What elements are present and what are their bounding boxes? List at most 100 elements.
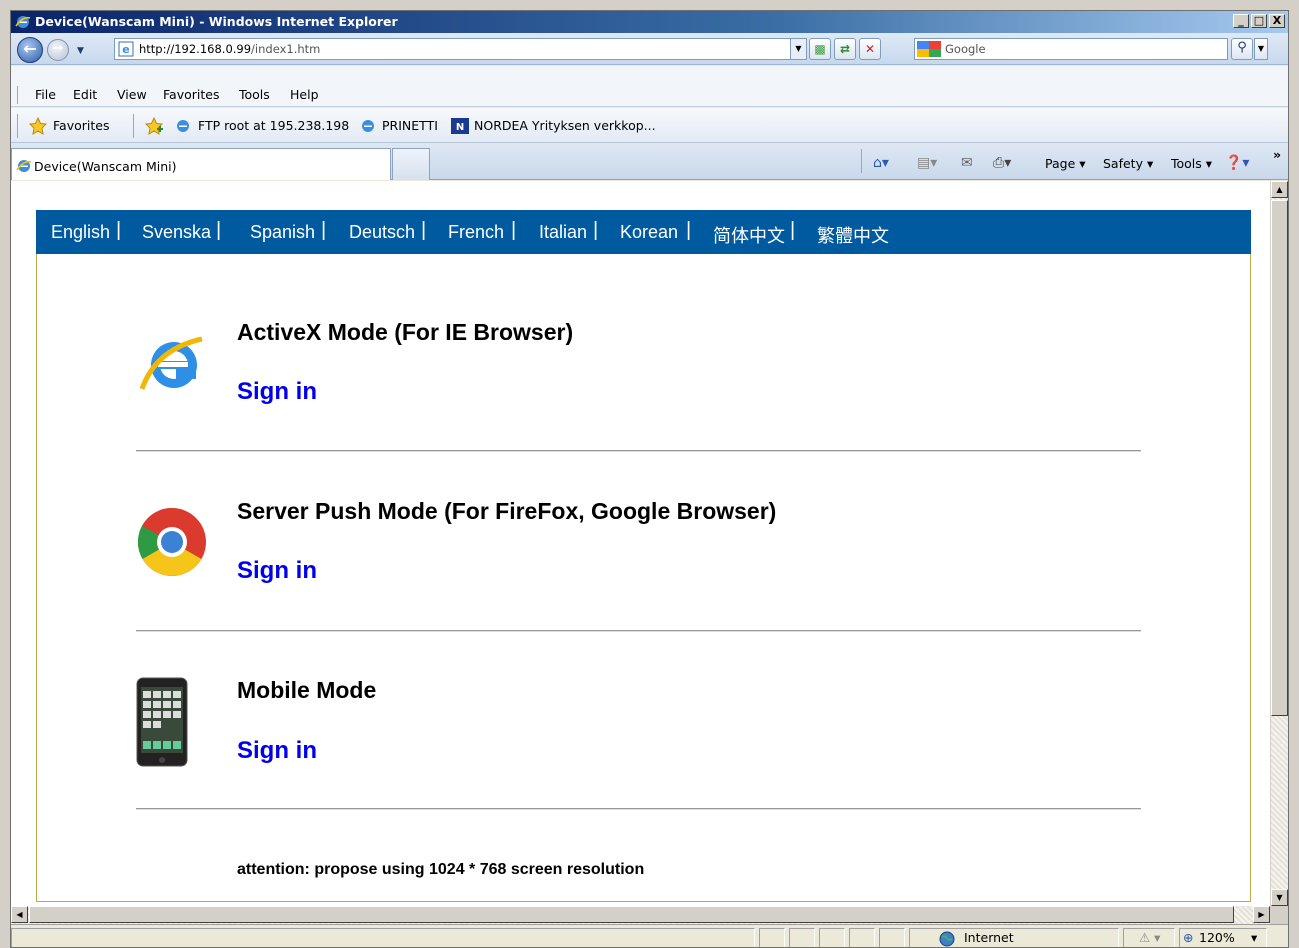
menu-help[interactable]: Help [290, 87, 319, 102]
compatibility-view-icon[interactable]: ▩ [809, 38, 831, 60]
status-text-cell [11, 928, 755, 947]
address-bar[interactable]: e http://192.168.0.99/index1.htm [114, 38, 796, 60]
status-cell [819, 928, 845, 947]
page-menu[interactable]: Page ▾ [1045, 156, 1086, 171]
ie-page-icon [362, 120, 374, 132]
status-cell [789, 928, 815, 947]
back-button[interactable]: ← [17, 37, 43, 63]
horizontal-scrollbar[interactable]: ◀ ▶ [11, 906, 1270, 924]
lang-simplified-chinese[interactable]: 简体中文 [713, 222, 785, 248]
activex-mode-title: ActiveX Mode (For IE Browser) [237, 319, 574, 345]
server-push-mode-title: Server Push Mode (For FireFox, Google Br… [237, 498, 777, 524]
close-button[interactable]: X [1269, 14, 1285, 28]
tools-menu[interactable]: Tools ▾ [1171, 156, 1212, 171]
read-mail-icon[interactable]: ✉ [961, 155, 973, 171]
search-icon[interactable]: ⚲ [1231, 38, 1253, 60]
ie-icon [139, 336, 203, 390]
scroll-down-icon[interactable]: ▼ [1271, 889, 1288, 906]
print-icon[interactable]: ⎙▾ [993, 155, 1011, 171]
favorite-link-nordea[interactable]: NORDEA Yrityksen verkkop... [474, 118, 656, 133]
feeds-icon[interactable]: ▤▾ [917, 155, 937, 171]
add-to-favorites-bar-icon[interactable] [145, 117, 165, 135]
favorites-button[interactable]: Favorites [53, 118, 109, 133]
forward-button[interactable]: → [47, 39, 69, 61]
safety-menu[interactable]: Safety ▾ [1103, 156, 1153, 171]
favorites-bar: Favorites FTP root at 195.238.198 PRINET… [11, 108, 1288, 143]
cmdbar-separator [861, 149, 862, 173]
lang-svenska[interactable]: Svenska [142, 222, 211, 243]
vertical-scrollbar[interactable]: ▲ ▼ [1270, 181, 1288, 906]
home-icon[interactable]: ⌂▾ [873, 155, 889, 171]
favorite-link-ftp[interactable]: FTP root at 195.238.198 [198, 118, 349, 133]
globe-icon [939, 931, 955, 947]
lang-korean[interactable]: Korean [620, 222, 678, 243]
lang-separator: | [686, 219, 692, 241]
lang-separator: | [421, 219, 427, 241]
lang-separator: | [511, 219, 517, 241]
search-placeholder: Google [945, 42, 986, 56]
refresh-icon[interactable]: ⇄ [834, 38, 856, 60]
title-bar: Device(Wanscam Mini) - Windows Internet … [11, 11, 1288, 33]
search-options-dropdown-icon[interactable]: ▼ [1254, 38, 1268, 60]
server-push-sign-in-link[interactable]: Sign in [237, 557, 317, 585]
menu-edit[interactable]: Edit [73, 87, 97, 102]
section-divider [136, 808, 1141, 810]
scroll-left-icon[interactable]: ◀ [11, 906, 28, 923]
tab-title: Device(Wanscam Mini) [34, 159, 177, 174]
command-overflow-button[interactable]: » [1273, 147, 1281, 162]
minimize-button[interactable]: _ [1233, 14, 1249, 28]
page-icon: e [118, 41, 134, 57]
toolbar-spacer [11, 66, 1288, 83]
ie-page-icon [16, 160, 32, 172]
google-logo-icon [917, 41, 941, 57]
menu-favorites[interactable]: Favorites [163, 87, 219, 102]
search-input[interactable]: Google [914, 38, 1228, 60]
activex-sign-in-link[interactable]: Sign in [237, 378, 317, 406]
lang-separator: | [321, 219, 327, 241]
new-tab-button[interactable] [392, 148, 430, 180]
page-frame [36, 210, 1251, 902]
address-toolbar: ← → ▼ e http://192.168.0.99/index1.htm ▼… [11, 33, 1288, 65]
chrome-icon [138, 508, 206, 576]
svg-text:e: e [122, 43, 129, 56]
svg-text:N: N [456, 122, 464, 133]
zoom-level[interactable]: 120% [1199, 930, 1235, 945]
status-cell [849, 928, 875, 947]
ie-window: Device(Wanscam Mini) - Windows Internet … [10, 10, 1289, 948]
vertical-scroll-thumb[interactable] [1271, 200, 1288, 716]
help-icon[interactable]: ❓▾ [1225, 155, 1249, 171]
lang-italian[interactable]: Italian [539, 222, 587, 243]
favorite-link-prinetti[interactable]: PRINETTI [382, 118, 438, 133]
ie-page-icon [177, 120, 189, 132]
horizontal-scroll-thumb[interactable] [29, 906, 1234, 923]
status-cell [759, 928, 785, 947]
lang-traditional-chinese[interactable]: 繁體中文 [817, 222, 889, 248]
lang-separator: | [216, 219, 222, 241]
scroll-right-icon[interactable]: ▶ [1253, 906, 1270, 923]
tab-device[interactable]: Device(Wanscam Mini) [11, 148, 391, 180]
lang-french[interactable]: French [448, 222, 504, 243]
maximize-button[interactable]: □ [1251, 14, 1267, 28]
protected-mode-icon[interactable]: ⚠ ▾ [1139, 930, 1160, 945]
menu-bar: File Edit View Favorites Tools Help [11, 83, 1288, 107]
lang-separator: | [593, 219, 599, 241]
favbar-grip [17, 114, 18, 138]
mobile-sign-in-link[interactable]: Sign in [237, 737, 317, 765]
lang-separator: | [790, 219, 796, 241]
history-dropdown-icon[interactable]: ▼ [77, 46, 84, 56]
section-divider [136, 450, 1141, 452]
mobile-mode-title: Mobile Mode [237, 677, 377, 703]
menu-file[interactable]: File [35, 87, 56, 102]
stop-icon[interactable]: ✕ [859, 38, 881, 60]
scroll-up-icon[interactable]: ▲ [1271, 181, 1288, 198]
favbar-separator [133, 114, 134, 138]
tab-row: Device(Wanscam Mini) ⌂▾ ▤▾ ✉ ⎙▾ Page ▾ S… [11, 143, 1288, 180]
zoom-dropdown-icon[interactable]: ▾ [1251, 930, 1257, 945]
lang-deutsch[interactable]: Deutsch [349, 222, 415, 243]
address-dropdown-icon[interactable]: ▼ [790, 38, 807, 60]
menu-tools[interactable]: Tools [239, 87, 270, 102]
lang-english[interactable]: English [51, 222, 110, 243]
address-url[interactable]: http://192.168.0.99/index1.htm [139, 39, 320, 59]
menu-view[interactable]: View [117, 87, 147, 102]
lang-spanish[interactable]: Spanish [250, 222, 315, 243]
